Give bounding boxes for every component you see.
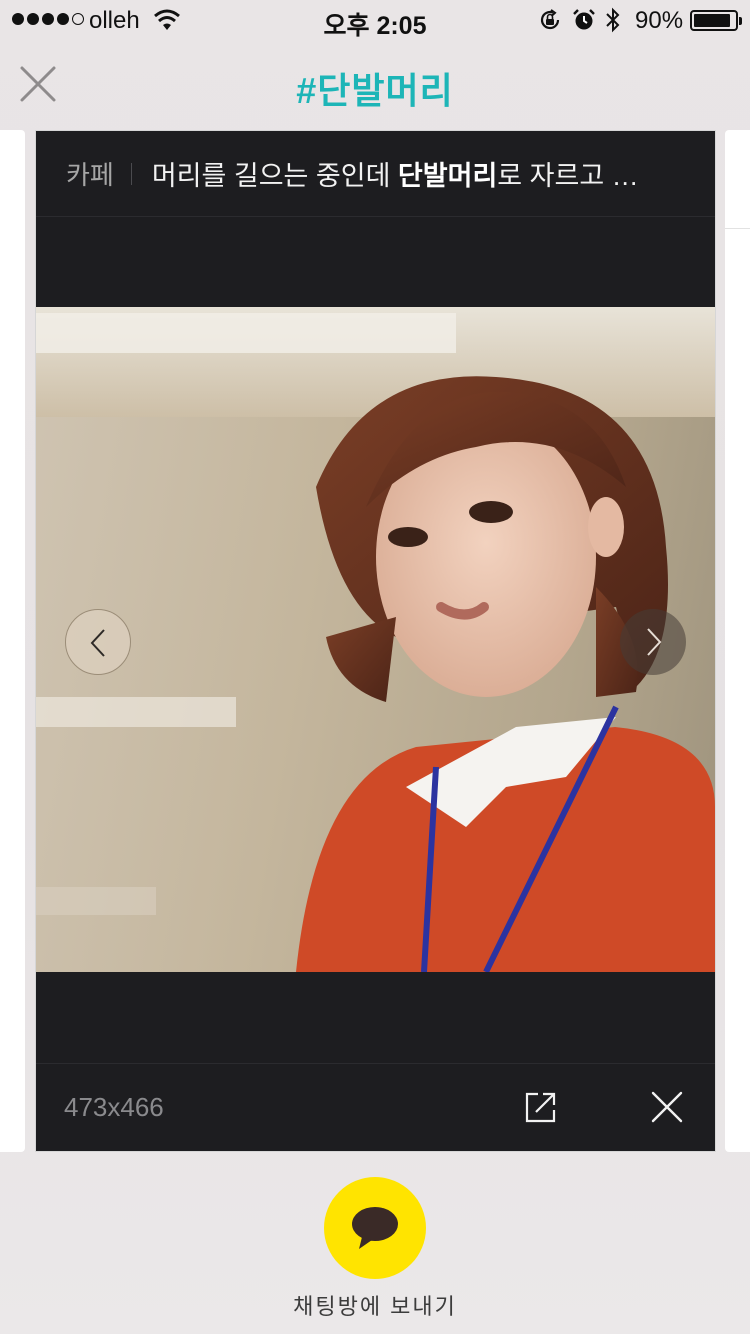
card-footer: 473x466 bbox=[36, 1063, 715, 1151]
chevron-left-icon bbox=[90, 629, 105, 657]
battery-percentage: 90% bbox=[635, 7, 684, 34]
next-image-button[interactable] bbox=[620, 609, 686, 675]
source-label: 카페 bbox=[66, 160, 114, 190]
previous-card-edge[interactable] bbox=[0, 130, 25, 1152]
photo-illustration bbox=[36, 307, 715, 972]
chat-bubble-icon bbox=[352, 1207, 398, 1249]
share-label: 채팅방에 보내기 bbox=[293, 1294, 457, 1319]
share-to-chat-button[interactable] bbox=[324, 1177, 426, 1279]
card-title-suffix: 로 자르고 … bbox=[497, 161, 639, 191]
card-header[interactable]: 카페 머리를 길으는 중인데 단발머리로 자르고 … bbox=[36, 131, 715, 217]
image-card: 카페 머리를 길으는 중인데 단발머리로 자르고 … 473x466 bbox=[35, 130, 716, 1152]
status-bar: olleh 오후 2:05 90% bbox=[0, 0, 750, 40]
card-title-text: 머리를 길으는 중인데 bbox=[151, 161, 398, 191]
external-link-icon[interactable] bbox=[524, 1090, 558, 1124]
next-card-edge[interactable] bbox=[725, 130, 750, 1152]
rotation-lock-icon bbox=[540, 9, 560, 30]
image-dimensions: 473x466 bbox=[64, 1092, 164, 1122]
chevron-right-icon bbox=[647, 628, 662, 656]
battery-icon bbox=[690, 10, 742, 31]
photo[interactable] bbox=[36, 307, 715, 972]
alarm-icon bbox=[573, 9, 595, 30]
page-title: #단발머리 bbox=[296, 70, 454, 111]
card-title-highlight: 단발머리 bbox=[397, 161, 498, 191]
close-icon[interactable] bbox=[650, 1090, 684, 1124]
card-title[interactable]: 머리를 길으는 중인데 단발머리로 자르고 … bbox=[152, 154, 639, 193]
previous-image-button[interactable] bbox=[65, 609, 131, 675]
bluetooth-icon bbox=[606, 7, 620, 33]
divider bbox=[130, 162, 132, 185]
